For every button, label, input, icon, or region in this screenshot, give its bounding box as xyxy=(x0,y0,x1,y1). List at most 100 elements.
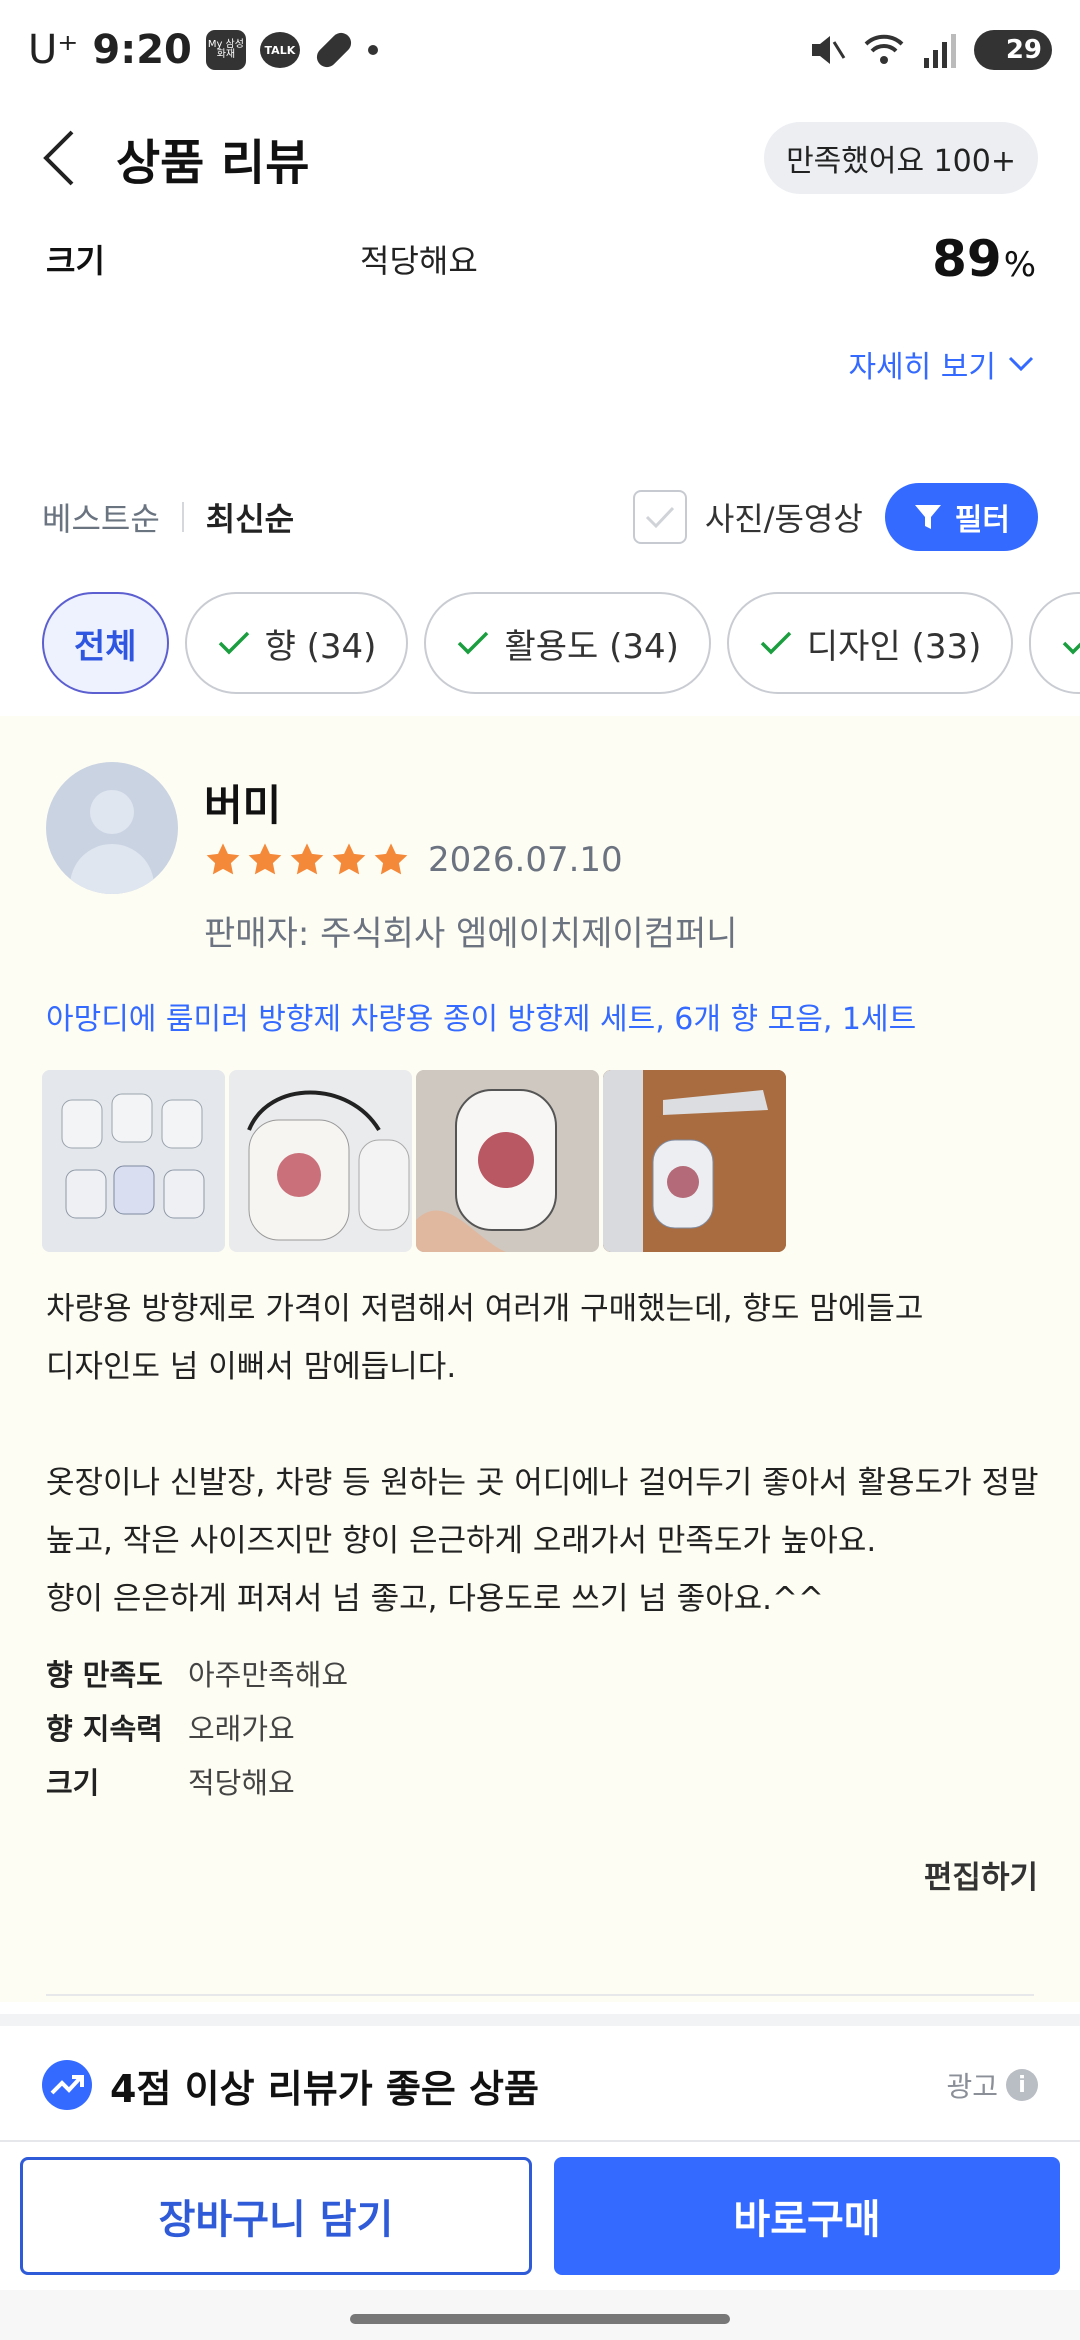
photo-video-checkbox[interactable] xyxy=(632,490,687,544)
keyword-chips: 전체 향 (34) 활용도 (34) 디자인 (33) xyxy=(42,592,1080,696)
home-indicator[interactable] xyxy=(350,2314,730,2324)
more-notifications-dot xyxy=(367,45,378,55)
trending-up-icon xyxy=(42,2060,92,2110)
seller-name: 판매자: 주식회사 엠에이치제이컴퍼니 xyxy=(204,914,738,954)
attribute-row: 크기 적당해요 xyxy=(46,1754,348,1808)
review-text-line: 디자인도 넘 이뻐서 맘에듭니다. xyxy=(46,1349,457,1385)
status-right: 29 xyxy=(806,30,1052,70)
chip-more[interactable] xyxy=(1029,592,1080,694)
ad-label[interactable]: 광고 i xyxy=(946,2065,1038,2105)
review-date: 2026.07.10 xyxy=(428,840,623,880)
photo-image-icon xyxy=(229,1070,412,1252)
signal-icon xyxy=(924,34,956,68)
chip-label: 향 (34) xyxy=(264,626,377,667)
attribute-row: 향 만족도 아주만족해요 xyxy=(46,1646,348,1700)
samsung-fire-app-icon: My 삼성화재 xyxy=(205,30,246,70)
mute-icon xyxy=(812,36,846,64)
photo-image-icon xyxy=(603,1070,786,1252)
back-button[interactable] xyxy=(42,128,82,188)
review-photos xyxy=(42,1070,786,1252)
avatar-head xyxy=(90,790,134,834)
status-left: U⁺ 9:20 My 삼성화재 TALK xyxy=(28,27,378,73)
check-icon xyxy=(218,631,249,655)
status-bar: U⁺ 9:20 My 삼성화재 TALK 29 xyxy=(0,0,1080,100)
page-title: 상품 리뷰 xyxy=(116,135,310,191)
review-attributes: 향 만족도 아주만족해요 향 지속력 오래가요 크기 적당해요 xyxy=(46,1646,348,1808)
rating-row: 2026.07.10 xyxy=(204,840,623,880)
size-summary-row: 크기 적당해요 89 % xyxy=(46,224,1036,294)
size-label: 크기 xyxy=(46,242,105,280)
view-details-label: 자세히 보기 xyxy=(848,350,996,385)
review-card: 버미 2026.07.10 판매자: 주식회사 엠에이치제이컴퍼니 아망디에 룸… xyxy=(0,716,1080,2002)
sort-filter-row: 베스트순 최신순 사진/동영상 필터 xyxy=(42,482,1038,552)
attribute-value: 아주만족해요 xyxy=(188,1658,349,1692)
view-details-link[interactable]: 자세히 보기 xyxy=(848,342,1034,386)
kakaotalk-icon: TALK xyxy=(259,32,300,68)
star-icon xyxy=(374,843,408,875)
chip-label: 활용도 (34) xyxy=(504,626,679,667)
review-photo[interactable] xyxy=(416,1070,599,1252)
review-photo[interactable] xyxy=(42,1070,225,1252)
buy-now-button[interactable]: 바로구매 xyxy=(554,2157,1060,2275)
recommend-title: 4점 이상 리뷰가 좋은 상품 xyxy=(110,2066,539,2111)
check-icon xyxy=(760,631,792,655)
chip-label: 디자인 (33) xyxy=(806,626,982,667)
avatar-body xyxy=(70,844,154,894)
sort-newest-button[interactable]: 최신순 xyxy=(206,494,294,540)
chip-usability[interactable]: 활용도 (34) xyxy=(424,592,711,694)
check-icon xyxy=(1063,641,1080,655)
product-link[interactable]: 아망디에 룸미러 방향제 차량용 종이 방향제 세트, 6개 향 모음, 1세트 xyxy=(46,994,916,1038)
review-body: 차량용 방향제로 가격이 저렴해서 여러개 구매했는데, 향도 맘에들고 디자인… xyxy=(46,1280,1039,1628)
attribute-value: 적당해요 xyxy=(188,1766,295,1800)
photo-image-icon xyxy=(42,1070,225,1252)
review-text-line: 옷장이나 신발장, 차량 등 원하는 곳 어디에나 걸어두기 좋아서 활용도가 … xyxy=(46,1465,1039,1501)
size-value: 적당해요 xyxy=(360,242,478,280)
size-percent-unit: % xyxy=(1003,245,1036,285)
chip-label: 전체 xyxy=(74,626,137,667)
star-icon xyxy=(290,843,324,875)
avatar xyxy=(46,762,178,894)
photo-image-icon xyxy=(416,1070,599,1252)
size-percent-number: 89 xyxy=(932,230,1002,288)
chevron-left-icon xyxy=(43,130,74,186)
edit-review-button[interactable]: 편집하기 xyxy=(924,1852,1038,1897)
satisfied-count-badge[interactable]: 만족했어요 100+ xyxy=(764,122,1038,194)
info-icon: i xyxy=(1006,2069,1038,2101)
wifi-icon xyxy=(864,34,904,64)
attribute-row: 향 지속력 오래가요 xyxy=(46,1700,348,1754)
filter-button[interactable]: 필터 xyxy=(884,483,1038,551)
divider xyxy=(46,1994,1034,1996)
battery-indicator: 29 xyxy=(974,30,1052,70)
bottom-action-bar: 장바구니 담기 바로구매 xyxy=(0,2140,1080,2290)
add-to-cart-button[interactable]: 장바구니 담기 xyxy=(20,2157,532,2275)
star-icon xyxy=(206,843,240,875)
recommend-section: 4점 이상 리뷰가 좋은 상품 광고 i xyxy=(0,2014,1080,2144)
chevron-down-icon xyxy=(1008,356,1034,372)
review-text-line: 향이 은은하게 퍼져서 넘 좋고, 다용도로 쓰기 넘 좋아요.^^ xyxy=(46,1581,824,1617)
chip-scent[interactable]: 향 (34) xyxy=(184,592,409,694)
ad-text: 광고 xyxy=(946,2070,998,2103)
sort-best-button[interactable]: 베스트순 xyxy=(42,494,160,540)
review-text-line: 높고, 작은 사이즈지만 향이 은근하게 오래가서 만족도가 높아요. xyxy=(46,1523,877,1559)
review-photo[interactable] xyxy=(603,1070,786,1252)
carrier-label: U⁺ xyxy=(28,27,79,73)
star-icon xyxy=(248,843,282,875)
photo-video-label: 사진/동영상 xyxy=(704,500,863,538)
checkmark-icon xyxy=(645,506,674,529)
star-icon xyxy=(332,843,366,875)
filter-icon xyxy=(914,505,941,529)
filter-label: 필터 xyxy=(954,503,1010,538)
chip-design[interactable]: 디자인 (33) xyxy=(726,592,1014,694)
review-photo[interactable] xyxy=(229,1070,412,1252)
review-text-line: 차량용 방향제로 가격이 저렴해서 여러개 구매했는데, 향도 맘에들고 xyxy=(46,1291,924,1327)
header: 상품 리뷰 만족했어요 100+ xyxy=(0,110,1080,206)
sort-divider xyxy=(181,502,184,532)
attribute-value: 오래가요 xyxy=(188,1712,295,1746)
reviewer-name: 버미 xyxy=(204,781,282,830)
attribute-label: 향 만족도 xyxy=(46,1658,163,1692)
attribute-label: 향 지속력 xyxy=(46,1712,163,1746)
photo-video-toggle[interactable]: 사진/동영상 xyxy=(632,490,863,544)
clock: 9:20 xyxy=(92,27,192,73)
chip-all[interactable]: 전체 xyxy=(42,592,169,694)
check-icon xyxy=(458,631,489,655)
